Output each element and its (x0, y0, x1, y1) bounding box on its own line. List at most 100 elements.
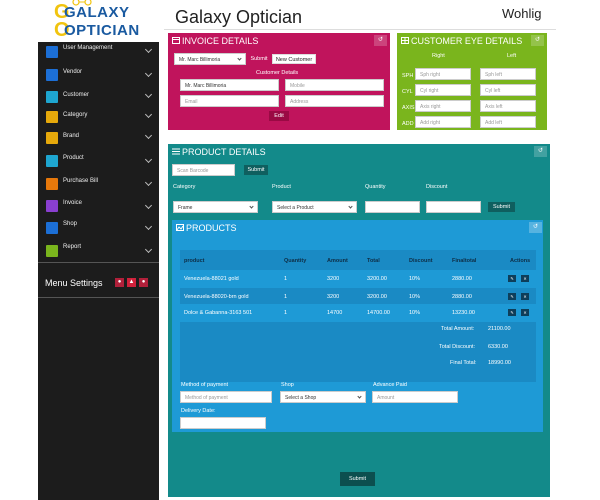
advance-amount-field[interactable]: Amount (372, 391, 458, 403)
cell-quantity: 1 (284, 310, 288, 316)
eye-panel-header: CUSTOMER EYE DETAILS ↺ (397, 33, 547, 49)
final-total-label: Final Total: (450, 360, 477, 366)
customer-icon (46, 91, 58, 103)
sidebar-item-label: Shop (63, 221, 78, 227)
cell-amount: 3200 (327, 294, 340, 300)
box-icon (46, 155, 58, 167)
cell-finaltotal: 2880.00 (452, 294, 472, 300)
invoice-submit-button[interactable]: Submit (248, 54, 270, 64)
invoice-details-panel: INVOICE DETAILS ↺ Mr. Marc Billimoria Su… (168, 33, 390, 130)
chevron-down-icon (357, 394, 362, 399)
delivery-date-field[interactable] (180, 417, 266, 429)
sph-right-field[interactable]: Sph right (415, 68, 471, 80)
total-amount-value: 21100.00 (488, 326, 511, 332)
cell-total: 3200.00 (367, 294, 387, 300)
logo-line2: OPTICIAN (64, 22, 140, 39)
product-panel-header: PRODUCT DETAILS ↺ (168, 144, 550, 160)
new-customer-button[interactable]: New Customer (272, 54, 316, 64)
sidebar-item-invoice[interactable]: Invoice (38, 195, 159, 216)
sidebar-item-report[interactable]: Report (38, 239, 159, 262)
delivery-date-label: Delivery Date: (181, 408, 216, 414)
sidebar-item-user-management[interactable]: User Management (38, 42, 159, 63)
chevron-down-icon (144, 69, 153, 78)
method-of-payment-field[interactable]: Method of payment (180, 391, 272, 403)
cell-total: 14700.00 (367, 310, 390, 316)
add-right-field[interactable]: Add right (415, 116, 471, 128)
axis-right-field[interactable]: Axis right (415, 100, 471, 112)
cyl-left-field[interactable]: Cyl left (480, 84, 536, 96)
address-field[interactable]: Address (285, 95, 384, 107)
chevron-down-icon (144, 45, 153, 54)
sidebar-item-purchase-bill[interactable]: Purchase Bill (38, 172, 159, 195)
grid-icon (401, 37, 409, 44)
quantity-field[interactable] (365, 201, 420, 213)
invoice-panel-title: INVOICE DETAILS (182, 36, 259, 46)
report-icon (46, 245, 58, 257)
sidebar-item-label: Invoice (63, 200, 83, 206)
sidebar-item-brand[interactable]: Brand (38, 128, 159, 149)
customer-details-label: Customer Details (256, 70, 299, 76)
collapse-icon[interactable]: ↺ (534, 146, 547, 157)
sidebar-item-label: Report (63, 244, 82, 250)
final-submit-button[interactable]: Submit (340, 472, 375, 486)
discount-field[interactable] (426, 201, 481, 213)
user-icon[interactable]: ● (115, 278, 124, 287)
collapse-icon[interactable]: ↺ (531, 35, 544, 46)
customer-select[interactable]: Mr. Marc Billimoria (174, 53, 246, 65)
product-select[interactable]: Select a Product (272, 201, 357, 213)
collapse-icon[interactable]: ↺ (374, 35, 387, 46)
sidebar-item-product[interactable]: Product (38, 149, 159, 172)
category-label: Category (173, 184, 196, 190)
credit-card-icon (172, 37, 180, 44)
cyl-right-field[interactable]: Cyl right (415, 84, 471, 96)
scan-submit-button[interactable]: Submit (244, 165, 268, 175)
edit-icon[interactable]: ✎ (508, 309, 516, 316)
shop-select[interactable]: Select a Shop (280, 391, 366, 403)
user-name[interactable]: Wohlig (502, 6, 542, 21)
add-left-field[interactable]: Add left (480, 116, 536, 128)
sidebar-item-vendor[interactable]: Vendor (38, 63, 159, 87)
logout-icon[interactable]: ● (139, 278, 148, 287)
mobile-field[interactable]: Mobile (285, 79, 384, 91)
invoice-panel-header: INVOICE DETAILS ↺ (168, 33, 390, 49)
add-product-submit-button[interactable]: Submit (488, 202, 515, 212)
products-panel-title: PRODUCTS (186, 223, 237, 233)
cell-discount: 10% (409, 276, 421, 282)
cell-product: Venezuela-88021 gold (184, 276, 239, 282)
tag-icon (46, 132, 58, 144)
category-select[interactable]: Frame (173, 201, 258, 213)
axis-left-field[interactable]: Axis left (480, 100, 536, 112)
brand-logo[interactable]: G GALAXY O OPTICIAN (38, 0, 159, 42)
sidebar-item-customer[interactable]: Customer (38, 87, 159, 107)
delete-icon[interactable]: ✕ (521, 309, 529, 316)
header-divider (164, 29, 556, 30)
cell-finaltotal: 13230.00 (452, 310, 475, 316)
cell-quantity: 1 (284, 276, 288, 282)
delete-icon[interactable]: ✕ (521, 293, 529, 300)
collapse-icon[interactable]: ↺ (529, 222, 542, 233)
right-column-label: Right (432, 53, 445, 59)
edit-icon[interactable]: ✎ (508, 275, 516, 282)
total-discount-label: Total Discount: (439, 344, 476, 350)
delete-icon[interactable]: ✕ (521, 275, 529, 282)
scan-barcode-field[interactable]: Scan Barcode (172, 164, 235, 176)
customer-name-field[interactable]: Mr. Marc Billimoria (180, 79, 279, 91)
sidebar-item-category[interactable]: Category (38, 107, 159, 128)
user-management-icon (46, 46, 58, 58)
sidebar-item-label: Category (63, 112, 88, 118)
email-field[interactable]: Email (180, 95, 279, 107)
edit-icon[interactable]: ✎ (508, 293, 516, 300)
col-header-discount: Discount (409, 258, 433, 264)
sph-left-field[interactable]: Sph left (480, 68, 536, 80)
customer-eye-panel: CUSTOMER EYE DETAILS ↺ Right Left SPH Sp… (397, 33, 547, 130)
sidebar-item-shop[interactable]: Shop (38, 216, 159, 239)
cyl-label: CYL (402, 89, 413, 95)
invoice-icon (46, 200, 58, 212)
col-header-product: product (184, 258, 205, 264)
cell-amount: 14700 (327, 310, 343, 316)
col-header-actions: Actions (510, 258, 531, 264)
sidebar-item-label: Brand (63, 133, 80, 139)
products-panel-header: PRODUCTS ↺ (172, 220, 543, 236)
edit-button[interactable]: Edit (269, 111, 289, 121)
upload-icon[interactable]: ▲ (127, 278, 136, 287)
